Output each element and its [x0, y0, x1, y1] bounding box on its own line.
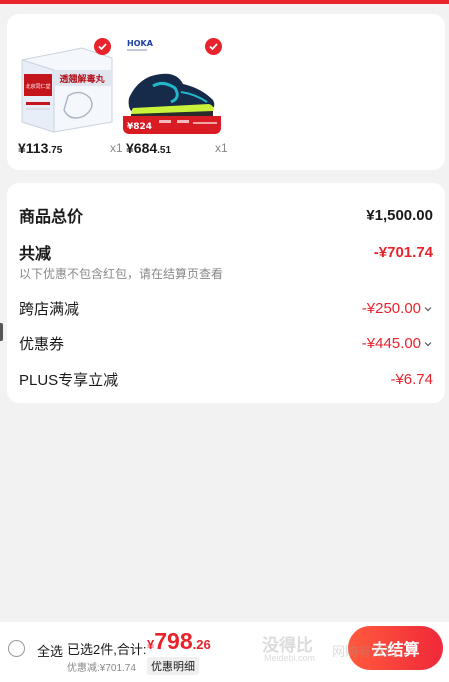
chevron-down-icon[interactable] [423, 304, 433, 314]
product-price: ¥113.75 [18, 140, 63, 156]
coupon-value: -¥445.00 [361, 335, 421, 352]
total-price-label: 商品总价 [19, 209, 84, 226]
side-handle[interactable] [0, 323, 3, 341]
total-price-value: ¥1,500.00 [366, 206, 433, 224]
product-quantity: x1 [215, 141, 228, 155]
product-quantity: x1 [110, 141, 123, 155]
price-summary-card: 商品总价 ¥1,500.00 共减 -¥701.74 以下优惠不包含红包，请在结… [7, 183, 445, 403]
cross-store-row[interactable]: 跨店满减 -¥250.00 [19, 298, 433, 319]
reduction-label: 共减 [19, 246, 52, 263]
cross-store-label: 跨店满减 [19, 301, 80, 318]
plus-discount-row: PLUS专享立减 -¥6.74 [19, 369, 433, 390]
medicine-box-brand: 北京同仁堂 [25, 83, 50, 90]
product-checked-icon[interactable] [94, 38, 111, 55]
product-item-shoe[interactable]: HOKA ¥824 ¥684.51 x1 [123, 36, 228, 156]
discount-summary: 优惠减:¥701.74 [67, 663, 136, 674]
product-checked-icon[interactable] [205, 38, 222, 55]
plus-discount-value: -¥6.74 [390, 371, 433, 388]
checkout-button[interactable]: 去结算 [348, 626, 443, 670]
cross-store-value: -¥250.00 [361, 300, 421, 317]
product-price: ¥684.51 [126, 140, 172, 156]
select-all-radio[interactable] [8, 640, 25, 657]
checkout-bar: 全选 已选2件,合计: ¥798.26 优惠减:¥701.74 优惠明细 去结算 [0, 622, 449, 682]
discount-detail-button[interactable]: 优惠明细 [147, 657, 199, 675]
chevron-down-icon[interactable] [423, 339, 433, 349]
total-price-row: 商品总价 ¥1,500.00 [19, 203, 433, 227]
cross-store-value-wrap[interactable]: -¥250.00 [362, 300, 433, 317]
select-all-label[interactable]: 全选 [37, 641, 63, 660]
coupon-value-wrap[interactable]: -¥445.00 [362, 335, 433, 352]
products-card: 透翘解毒丸 北京同仁堂 ¥113.75 x1 HOKA ¥824 ¥684.51… [7, 14, 445, 170]
top-accent-bar [0, 0, 449, 4]
reduction-note: 以下优惠不包含红包，请在结算页查看 [19, 267, 224, 281]
coupon-row[interactable]: 优惠券 -¥445.00 [19, 333, 433, 354]
plus-discount-label: PLUS专享立减 [19, 372, 119, 389]
selected-count: 已选2件,合计: [67, 642, 147, 657]
reduction-value: -¥701.74 [373, 243, 433, 261]
shoe-brand-logo: HOKA [127, 39, 154, 48]
product-item-medicine[interactable]: 透翘解毒丸 北京同仁堂 ¥113.75 x1 [18, 36, 123, 156]
shoe-promo-tag: ¥824 [127, 122, 152, 132]
medicine-box-title: 透翘解毒丸 [59, 73, 105, 85]
coupon-label: 优惠券 [19, 336, 65, 353]
reduction-row: 共减 -¥701.74 [19, 240, 433, 264]
cart-total-price: ¥798.26 [147, 628, 211, 654]
